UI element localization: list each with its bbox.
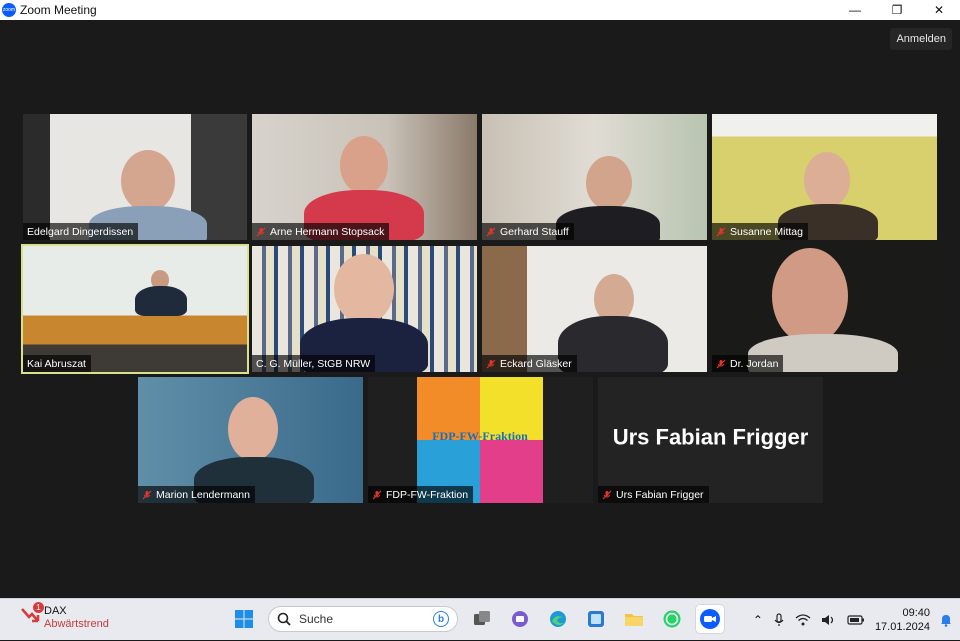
widget-title: DAX bbox=[44, 605, 67, 617]
mic-muted-icon bbox=[486, 359, 496, 368]
minimize-button[interactable]: — bbox=[834, 0, 876, 20]
volume-icon[interactable] bbox=[821, 613, 837, 627]
file-explorer-button[interactable] bbox=[620, 605, 648, 633]
clock-date: 17.01.2024 bbox=[874, 621, 930, 633]
mic-muted-icon bbox=[142, 490, 152, 499]
video-tile[interactable]: Arne Hermann Stopsack bbox=[252, 114, 477, 240]
participant-label: Kai Abruszat bbox=[23, 355, 91, 372]
chat-icon bbox=[512, 611, 528, 627]
participant-label: Susanne Mittag bbox=[712, 223, 808, 240]
video-tile[interactable]: Eckard Gläsker bbox=[482, 246, 707, 372]
video-tile-active-speaker[interactable]: Kai Abruszat bbox=[21, 244, 249, 374]
participant-name: Urs Fabian Frigger bbox=[616, 488, 704, 501]
taskbar-search[interactable]: Suche b bbox=[268, 606, 458, 632]
participant-label: C. G. Müller, StGB NRW bbox=[252, 355, 376, 372]
participant-name: Edelgard Dingerdissen bbox=[27, 225, 134, 238]
participant-name: Kai Abruszat bbox=[27, 357, 86, 370]
participant-name: Gerhard Stauff bbox=[500, 225, 569, 238]
app-button[interactable] bbox=[582, 605, 610, 633]
notification-bell-icon[interactable] bbox=[940, 613, 952, 627]
window-title: Zoom Meeting bbox=[20, 3, 97, 17]
participant-name: Susanne Mittag bbox=[730, 225, 803, 238]
participant-label: Gerhard Stauff bbox=[482, 223, 574, 240]
participant-name: Marion Lendermann bbox=[156, 488, 250, 501]
widget-subtitle: Abwärtstrend bbox=[44, 618, 109, 630]
app-icon bbox=[588, 611, 604, 627]
video-tile[interactable]: FDP-FW-Fraktion FDP-FW-Fraktion bbox=[368, 377, 593, 503]
fraktion-logo-text: FDP-FW-Fraktion bbox=[432, 429, 528, 443]
mic-muted-icon bbox=[486, 227, 496, 236]
clock[interactable]: 09:40 17.01.2024 bbox=[875, 606, 930, 634]
participant-name: Dr. Jordan bbox=[730, 357, 779, 370]
notification-badge: 1 bbox=[33, 602, 44, 613]
wifi-icon[interactable] bbox=[795, 613, 811, 627]
video-tile[interactable]: Susanne Mittag bbox=[712, 114, 937, 240]
windows-taskbar: 1 DAX Abwärtstrend Suche b ⌃ 09:40 17.01… bbox=[0, 598, 960, 640]
whatsapp-icon bbox=[663, 610, 681, 628]
signin-button[interactable]: Anmelden bbox=[890, 28, 952, 50]
close-button[interactable]: ✕ bbox=[918, 0, 960, 20]
edge-button[interactable] bbox=[544, 605, 572, 633]
title-bar: zoom Zoom Meeting — ❐ ✕ bbox=[0, 0, 960, 20]
task-view-button[interactable] bbox=[468, 605, 496, 633]
bing-icon: b bbox=[433, 611, 449, 627]
stock-down-icon: 1 bbox=[20, 602, 44, 625]
edge-browser-icon bbox=[550, 611, 566, 627]
participant-label: Urs Fabian Frigger bbox=[598, 486, 709, 503]
participant-label: Eckard Gläsker bbox=[482, 355, 577, 372]
teams-chat-button[interactable] bbox=[506, 605, 534, 633]
video-tile[interactable]: Edelgard Dingerdissen bbox=[23, 114, 247, 240]
video-tile[interactable]: C. G. Müller, StGB NRW bbox=[252, 246, 477, 372]
participant-label: Arne Hermann Stopsack bbox=[252, 223, 390, 240]
window-controls: — ❐ ✕ bbox=[834, 0, 960, 20]
camera-off-display-name: Urs Fabian Frigger bbox=[612, 424, 809, 450]
start-button[interactable] bbox=[230, 605, 258, 633]
chevron-up-icon[interactable]: ⌃ bbox=[753, 613, 763, 627]
participant-name: Arne Hermann Stopsack bbox=[270, 225, 385, 238]
mic-muted-icon bbox=[716, 359, 726, 368]
microphone-icon[interactable] bbox=[773, 613, 785, 627]
zoom-taskbar-button[interactable] bbox=[696, 605, 724, 633]
clock-time: 09:40 bbox=[902, 607, 930, 619]
maximize-button[interactable]: ❐ bbox=[876, 0, 918, 20]
participant-label: Marion Lendermann bbox=[138, 486, 255, 503]
zoom-app-icon: zoom bbox=[2, 3, 16, 17]
folder-icon bbox=[625, 614, 643, 626]
mic-muted-icon bbox=[716, 227, 726, 236]
mic-muted-icon bbox=[256, 227, 266, 236]
windows-logo-icon bbox=[235, 610, 253, 628]
participant-name: C. G. Müller, StGB NRW bbox=[256, 357, 371, 370]
widgets-button[interactable]: 1 DAX Abwärtstrend bbox=[20, 602, 109, 631]
video-tile[interactable]: Dr. Jordan bbox=[712, 246, 937, 372]
whatsapp-button[interactable] bbox=[658, 605, 686, 633]
meeting-gallery: Anmelden Edelgard Dingerdissen Arne Herm… bbox=[0, 20, 960, 598]
zoom-icon bbox=[700, 609, 720, 629]
video-tile-camera-off[interactable]: Urs Fabian Frigger Urs Fabian Frigger bbox=[598, 377, 823, 503]
video-tile[interactable]: Gerhard Stauff bbox=[482, 114, 707, 240]
participant-label: Dr. Jordan bbox=[712, 355, 784, 372]
system-tray: ⌃ 09:40 17.01.2024 bbox=[753, 599, 952, 641]
participant-name: Eckard Gläsker bbox=[500, 357, 572, 370]
search-placeholder: Suche bbox=[299, 612, 334, 626]
fraktion-logo: FDP-FW-Fraktion bbox=[417, 377, 543, 503]
search-icon bbox=[277, 612, 291, 626]
taskbar-apps: Suche b bbox=[230, 605, 724, 633]
participant-name: FDP-FW-Fraktion bbox=[386, 488, 469, 501]
participant-label: FDP-FW-Fraktion bbox=[368, 486, 474, 503]
mic-muted-icon bbox=[602, 490, 612, 499]
mic-muted-icon bbox=[372, 490, 382, 499]
video-tile[interactable]: Marion Lendermann bbox=[138, 377, 363, 503]
participant-label: Edelgard Dingerdissen bbox=[23, 223, 139, 240]
battery-icon[interactable] bbox=[847, 613, 865, 627]
task-view-icon bbox=[474, 611, 490, 625]
